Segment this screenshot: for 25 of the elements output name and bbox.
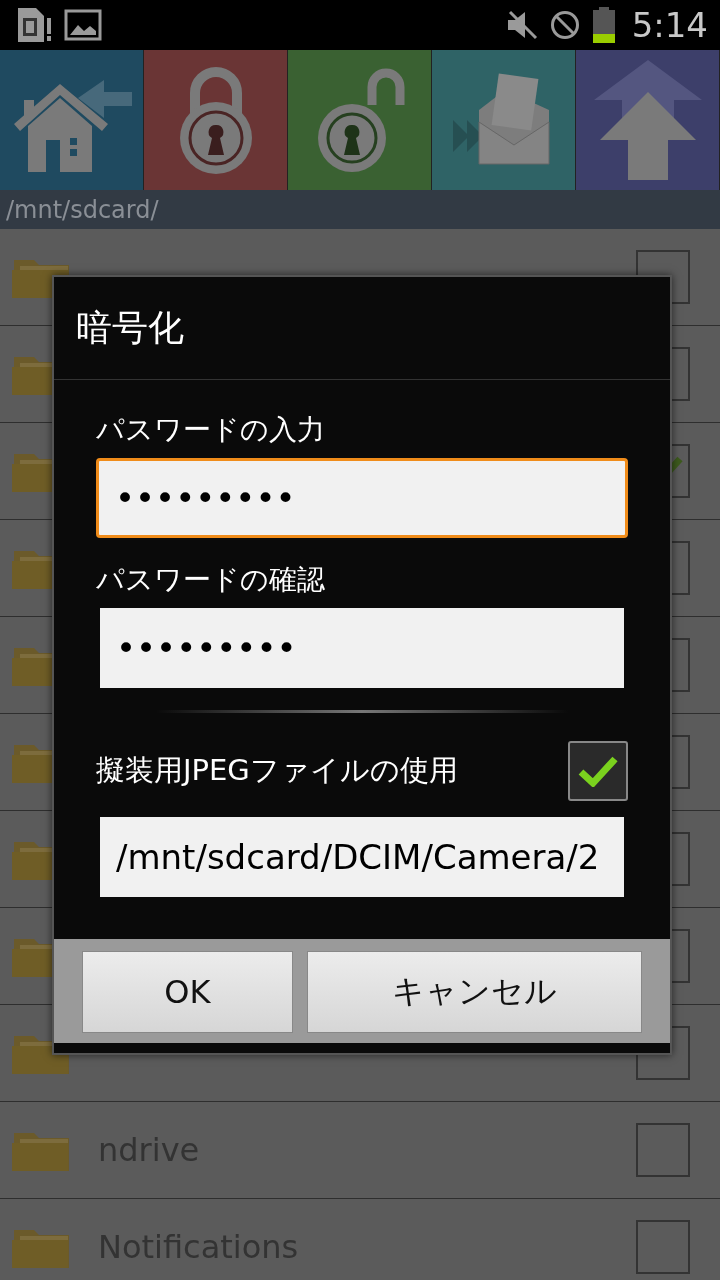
- toolbar-tile[interactable]: [0, 50, 144, 190]
- toolbar-tile[interactable]: [432, 50, 576, 190]
- checkmark-icon: [578, 755, 618, 787]
- checkbox[interactable]: [636, 1123, 690, 1177]
- path-text: /mnt/sdcard/: [6, 195, 159, 224]
- clock-time: 5:14: [631, 5, 708, 45]
- file-path-field[interactable]: /mnt/sdcard/DCIM/Camera/2: [100, 817, 624, 897]
- sim-card-alert-icon: [16, 8, 52, 42]
- muted-speaker-icon: [505, 10, 538, 40]
- toolbar-tile[interactable]: [576, 50, 720, 190]
- dialog-title: 暗号化: [76, 305, 184, 350]
- password-field[interactable]: •••••••••: [100, 608, 624, 688]
- cancel-button[interactable]: キャンセル: [306, 951, 642, 1033]
- ok-button[interactable]: OK: [82, 951, 293, 1033]
- password-field[interactable]: •••••••••: [96, 458, 628, 538]
- field-label: パスワードの入力: [96, 412, 326, 448]
- toolbar-tile[interactable]: [288, 50, 432, 190]
- battery-icon: [591, 7, 616, 43]
- toolbar-tile[interactable]: [144, 50, 288, 190]
- blocked-icon: [549, 10, 580, 40]
- field-label: パスワードの確認: [96, 562, 326, 598]
- checkbox[interactable]: [568, 741, 628, 801]
- checkbox[interactable]: [636, 1220, 690, 1274]
- image-icon: [64, 9, 102, 41]
- option-label: 擬装用JPEGファイルの使用: [96, 752, 458, 789]
